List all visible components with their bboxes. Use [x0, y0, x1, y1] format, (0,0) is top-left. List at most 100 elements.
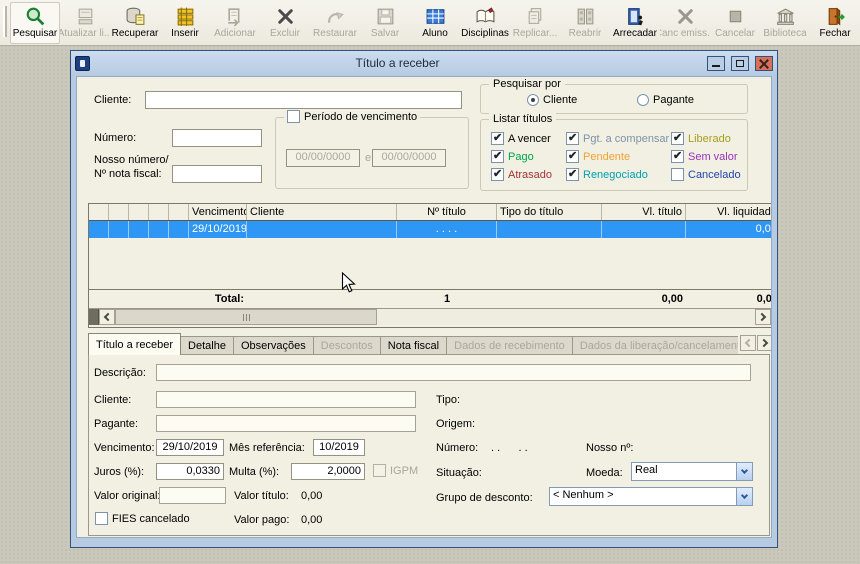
- tab-nota-fiscal[interactable]: Nota fiscal: [380, 336, 447, 355]
- exit-door-icon: [825, 6, 846, 27]
- total-vl-liquidado: 0,00: [686, 291, 772, 307]
- checkbox-cancelado[interactable]: [671, 168, 684, 181]
- grid-total-row: Total: 1 0,00 0,00: [89, 289, 771, 308]
- valor-pago-label: Valor pago:: [234, 514, 289, 526]
- toolbar-button-atualizar: Atualizar li...: [60, 2, 110, 44]
- detail-cliente-input[interactable]: [156, 391, 416, 408]
- periodo-vencimento-title: Período de vencimento: [304, 111, 417, 123]
- label-pendente: Pendente: [583, 151, 630, 163]
- pagante-input[interactable]: [156, 415, 416, 432]
- tab-titulo-a-receber[interactable]: Título a receber: [88, 333, 181, 355]
- radio-pagante[interactable]: [637, 94, 649, 106]
- tipo-label: Tipo:: [436, 394, 460, 406]
- insert-rows-icon: [175, 6, 196, 27]
- nosso-numero-search-input[interactable]: [172, 165, 262, 183]
- numero-label: Número:: [94, 132, 136, 144]
- checkbox-a-vencer[interactable]: [491, 132, 504, 145]
- vencimento-input[interactable]: 29/10/2019: [156, 439, 224, 456]
- scrollbar-thumb[interactable]: [115, 309, 377, 325]
- search-icon: [25, 6, 46, 27]
- scroll-left-button[interactable]: [99, 309, 115, 325]
- label-a-vencer: A vencer: [508, 133, 551, 145]
- multa-input[interactable]: 2,0000: [291, 463, 365, 480]
- checkbox-pago[interactable]: [491, 150, 504, 163]
- valor-original-label: Valor original:: [94, 490, 160, 502]
- fies-cancelado-checkbox[interactable]: [95, 512, 108, 525]
- toolbar-button-cancelar: Cancelar: [710, 2, 760, 44]
- minimize-button[interactable]: [707, 56, 725, 71]
- dropdown-button[interactable]: [736, 463, 752, 480]
- checkbox-atrasado[interactable]: [491, 168, 504, 181]
- tabstrip-scroll-left-button[interactable]: [740, 335, 756, 351]
- checkbox-pgt-a-compensar[interactable]: [566, 132, 579, 145]
- dialog-titlebar[interactable]: Título a receber: [71, 51, 777, 75]
- checkbox-sem-valor[interactable]: [671, 150, 684, 163]
- radio-cliente[interactable]: [527, 94, 539, 106]
- toolbar-button-disciplinas[interactable]: Disciplinas: [460, 2, 510, 44]
- tab-observacoes[interactable]: Observações: [233, 336, 314, 355]
- juros-input[interactable]: 0,0330: [156, 463, 224, 480]
- tab-detalhe[interactable]: Detalhe: [180, 336, 234, 355]
- row-vl-titulo: [602, 221, 686, 238]
- label-pago: Pago: [508, 151, 534, 163]
- label-liberado: Liberado: [688, 133, 731, 145]
- checkbox-renegociado[interactable]: [566, 168, 579, 181]
- toolbar-button-pesquisar[interactable]: Pesquisar: [10, 2, 60, 44]
- toolbar-button-reabrir: Reabrir: [560, 2, 610, 44]
- grid-header-vencimento[interactable]: Vencimento: [189, 204, 247, 220]
- chevron-right-icon: [758, 313, 766, 321]
- descricao-input[interactable]: [156, 364, 751, 381]
- valor-titulo-value: 0,00: [301, 490, 322, 502]
- chevron-down-icon: [741, 467, 748, 474]
- dropdown-button[interactable]: [736, 488, 752, 505]
- toolbar-button-fechar[interactable]: Fechar: [810, 2, 860, 44]
- label-cancelado: Cancelado: [688, 169, 741, 181]
- close-button[interactable]: [755, 56, 773, 71]
- chevron-right-icon: [760, 339, 768, 347]
- grid-header-vl-liquidado[interactable]: Vl. liquidado: [686, 204, 772, 220]
- label-pgt-a-compensar: Pgt. a compensar: [583, 133, 669, 145]
- grid-header-cliente[interactable]: Cliente: [247, 204, 397, 220]
- total-vl-titulo: 0,00: [602, 291, 686, 307]
- moeda-dropdown[interactable]: Real: [631, 462, 753, 481]
- periodo-start-date-input: 00/00/0000: [286, 149, 360, 167]
- toolbar-button-inserir[interactable]: Inserir: [160, 2, 210, 44]
- save-floppy-icon: [375, 6, 396, 27]
- grupo-desconto-dropdown[interactable]: < Nenhum >: [549, 487, 753, 506]
- grid-header-no-titulo[interactable]: Nº título: [397, 204, 497, 220]
- grid-selected-row[interactable]: 29/10/2019 . . . . 0,00: [89, 221, 771, 238]
- tabstrip-scroll-right-button[interactable]: [757, 335, 772, 351]
- dialog-client-area: Cliente: Número: Nosso número/ Nº nota f…: [76, 76, 772, 538]
- checkbox-liberado[interactable]: [671, 132, 684, 145]
- valor-pago-value: 0,00: [301, 514, 322, 526]
- radio-cliente-label: Cliente: [543, 94, 577, 106]
- row-vencimento: 29/10/2019: [189, 221, 247, 238]
- tab-dados-liberacao-cancelamento: Dados da liberação/cancelamento: [572, 336, 738, 355]
- maximize-button[interactable]: [731, 56, 749, 71]
- cliente-label: Cliente:: [94, 94, 131, 106]
- mes-referencia-input[interactable]: 10/2019: [313, 439, 365, 456]
- scrollbar-track[interactable]: [377, 309, 755, 325]
- titulo-a-receber-detail-pane: Descrição: Cliente: Pagante: Vencimento:…: [88, 354, 770, 536]
- grid-header-vl-titulo[interactable]: Vl. título: [602, 204, 686, 220]
- scroll-right-button[interactable]: [755, 309, 771, 325]
- numero-search-input[interactable]: [172, 129, 262, 147]
- toolbar-button-recuperar[interactable]: Recuperar: [110, 2, 160, 44]
- situacao-label: Situação:: [436, 467, 482, 479]
- valor-original-input[interactable]: [159, 487, 226, 504]
- grid-horizontal-scrollbar[interactable]: [89, 308, 771, 325]
- periodo-vencimento-group: Período de vencimento 00/00/0000 e 00/00…: [275, 117, 469, 189]
- dialog-system-icon[interactable]: [75, 56, 90, 71]
- periodo-connector-label: e: [365, 152, 371, 164]
- toolbar-button-aluno[interactable]: Aluno: [410, 2, 460, 44]
- periodo-end-date-input: 00/00/0000: [372, 149, 446, 167]
- grid-header-tipo[interactable]: Tipo do título: [497, 204, 602, 220]
- nosso-no-label: Nosso nº:: [586, 442, 633, 454]
- periodo-vencimento-checkbox[interactable]: [287, 110, 300, 123]
- checkbox-pendente[interactable]: [566, 150, 579, 163]
- toolbar-button-arrecadar[interactable]: Arrecadar: [610, 2, 660, 44]
- listar-titulos-title: Listar títulos: [489, 113, 556, 125]
- cliente-search-input[interactable]: [145, 91, 462, 109]
- mouse-cursor: [341, 272, 357, 294]
- toolbar-grip[interactable]: [3, 6, 7, 37]
